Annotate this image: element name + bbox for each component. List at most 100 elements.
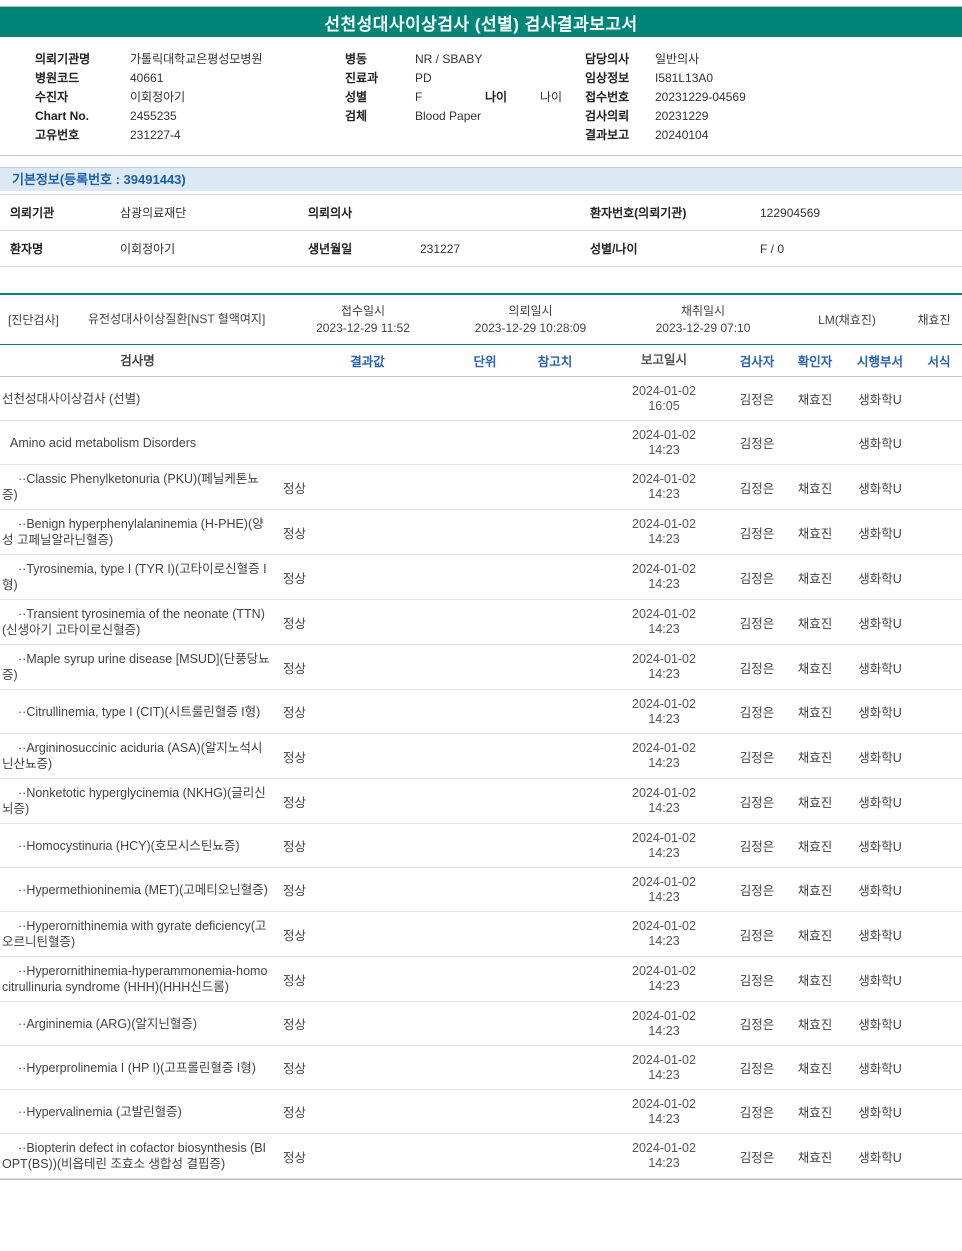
result-row: ··Hyperornithinemia with gyrate deficien… — [0, 912, 962, 957]
test-name-cell: ··Tyrosinemia, type I (TYR I)(고타이로신혈증 I형… — [2, 562, 267, 592]
test-name-cell: ··Argininemia (ARG)(알지닌혈증) — [18, 1016, 198, 1031]
reported-datetime-cell: 2024-01-02 14:23 — [632, 1096, 696, 1126]
order-datetimes: 접수일시 2023-12-29 11:52 의뢰일시 2023-12-29 10:28… — [283, 303, 788, 337]
header-field-label: 임상정보 — [585, 71, 630, 85]
result-row: ··Argininemia (ARG)(알지닌혈증) 정상 2024-01-02 1… — [0, 1002, 962, 1046]
basic-info-label: 생년월일 — [308, 242, 353, 256]
reported-datetime-cell: 2024-01-02 14:23 — [632, 652, 696, 681]
tester-cell: 김정은 — [739, 571, 775, 586]
result-row: ··Argininosuccinic aciduria (ASA)(알지노석시닌… — [0, 734, 962, 779]
collector: LM(채효진) — [818, 313, 876, 327]
confirmer-cell: 채효진 — [797, 840, 833, 854]
tester-cell: 김정은 — [739, 437, 775, 451]
tester-cell: 김정은 — [739, 706, 775, 720]
col-header-department: 시행부서 — [856, 355, 903, 369]
header-field: 고유번호 231227-4 — [35, 126, 345, 145]
result-row: ··Maple syrup urine disease [MSUD](단풍당뇨증… — [0, 645, 962, 690]
result-row: ··Tyrosinemia, type I (TYR I)(고타이로신혈증 I형… — [0, 555, 962, 600]
test-name-cell: Amino acid metabolism Disorders — [10, 435, 197, 450]
test-name-cell: ··Transient tyrosinemia of the neonate (… — [2, 607, 265, 637]
basic-info-value: 삼광의료재단 — [120, 206, 187, 220]
reported-datetime-cell: 2024-01-02 14:23 — [632, 830, 696, 860]
department-cell: 생화학U — [858, 706, 902, 720]
tester-cell: 김정은 — [739, 1018, 775, 1032]
confirmer-cell: 채효진 — [797, 481, 833, 496]
result-row: ··Benign hyperphenylalaninemia (H-PHE)(양… — [0, 510, 962, 555]
result-row: ··Classic Phenylketonuria (PKU)(페닐케톤뇨증) 정… — [0, 465, 962, 510]
result-value-cell: 정상 — [283, 481, 307, 496]
header-field-label: 담당의사 — [585, 52, 630, 66]
results-body: 선천성대사이상검사 (선별) 2024-01-02 16:05 김정은 채효진 생화학U… — [0, 377, 962, 1179]
confirmer-cell: 채효진 — [797, 1106, 833, 1120]
department-cell: 생화학U — [858, 661, 902, 676]
test-name-cell: ··Hypervalinemia (고발린혈증) — [18, 1104, 182, 1119]
patient-header: 의뢰기관명 가톨릭대학교은평성모병원 병원코드 40661 수진자 이회정아기 Chart … — [0, 37, 962, 155]
patient-header-column-3: 담당의사 일반의사 임상정보 I581L13A0 접수번호 20231229-04569 검… — [585, 50, 915, 145]
confirmer-cell: 채효진 — [797, 750, 833, 765]
test-name-cell: ··Maple syrup urine disease [MSUD](단풍당뇨증… — [2, 652, 270, 682]
order-test-name: 유전성대사이상질환[NST 혈액여지] — [88, 312, 266, 326]
col-header-reported: 보고일시 — [640, 353, 687, 367]
header-field-value: Blood Paper — [415, 109, 482, 123]
header-field-value: 이회정아기 — [130, 90, 186, 104]
result-row: ··Hypervalinemia (고발린혈증) 정상 2024-01-02 14:… — [0, 1090, 962, 1134]
basic-info-value: 이회정아기 — [120, 242, 176, 256]
result-value-cell: 정상 — [283, 1018, 307, 1032]
result-row: ··Citrullinemia, type I (CIT)(시트룰린혈증 I형)… — [0, 690, 962, 734]
test-name-cell: 선천성대사이상검사 (선별) — [2, 391, 141, 406]
confirmer-cell: 채효진 — [797, 884, 833, 898]
confirmer-cell: 채효진 — [797, 706, 833, 720]
header-field: 수진자 이회정아기 — [35, 88, 345, 107]
result-value-cell: 정상 — [283, 1062, 307, 1076]
confirmer-cell: 채효진 — [797, 1062, 833, 1076]
test-name-cell: ··Benign hyperphenylalaninemia (H-PHE)(양… — [2, 517, 264, 547]
report-page: 선천성대사이상검사 (선별) 검사결과보고서 의뢰기관명 가톨릭대학교은평성모병원… — [0, 6, 962, 1180]
tester-cell: 김정은 — [739, 1106, 775, 1120]
header-field: 진료과 PD — [345, 69, 585, 88]
header-field-label: 검체 — [345, 109, 368, 123]
header-field-label: 의뢰기관명 — [35, 52, 91, 66]
confirmer-cell: 채효진 — [797, 661, 833, 676]
result-value-cell: 정상 — [283, 928, 307, 943]
department-cell: 생화학U — [858, 884, 902, 898]
department-cell: 생화학U — [858, 795, 902, 810]
header-field: 검체 Blood Paper — [345, 107, 585, 126]
patient-header-column-2: 병동 NR / SBABY 진료과 PD 성별 F 나이 나이 검체 Blood Paper — [345, 50, 585, 145]
reported-datetime-cell: 2024-01-02 14:23 — [632, 607, 696, 636]
department-cell: 생화학U — [858, 616, 902, 631]
basic-info-row: 환자명 이회정아기 생년월일 231227 성별/나이 F / 0 — [0, 231, 962, 267]
order-datetime-field: 접수일시 2023-12-29 11:52 — [283, 303, 443, 337]
header-field-value: 일반의사 — [655, 52, 700, 66]
result-value-cell: 정상 — [283, 1150, 307, 1165]
header-field-label: 병동 — [345, 52, 368, 66]
header-field-value: I581L13A0 — [655, 71, 714, 85]
confirmer-cell: 채효진 — [797, 795, 833, 810]
order-datetime-value: 2023-12-29 11:52 — [316, 320, 410, 335]
test-name-cell: ··Hyperprolinemia I (HP I)(고프롤린혈증 I형) — [18, 1060, 256, 1075]
department-cell: 생화학U — [858, 437, 902, 451]
basic-info-label: 의뢰기관 — [10, 206, 55, 220]
result-value-cell: 정상 — [283, 884, 307, 898]
header-field-label: 병원코드 — [35, 71, 80, 85]
test-name-cell: ··Nonketotic hyperglycinemia (NKHG)(글리신뇌… — [2, 786, 266, 816]
department-cell: 생화학U — [858, 481, 902, 496]
header-field-value: 40661 — [130, 71, 164, 85]
confirmer-cell: 채효진 — [797, 973, 833, 988]
header-field-label: 진료과 — [345, 71, 379, 85]
header-field-value: F — [415, 90, 423, 104]
department-cell: 생화학U — [858, 1062, 902, 1076]
basic-info-value: F / 0 — [760, 241, 785, 256]
reported-datetime-cell: 2024-01-02 14:23 — [632, 964, 696, 993]
header-field-label: 성별 — [345, 90, 368, 104]
report-title: 선천성대사이상검사 (선별) 검사결과보고서 — [324, 14, 638, 34]
col-header-result: 결과값 — [350, 355, 385, 369]
tester-cell: 김정은 — [739, 840, 775, 854]
order-info-strip: [진단검사] 유전성대사이상질환[NST 혈액여지] 접수일시 2023-12-2… — [0, 293, 962, 345]
results-table: 검사명 결과값 단위 참고치 보고일시 검사자 확인자 시행부서 서식 선천성대… — [0, 345, 962, 1180]
header-field: 병원코드 40661 — [35, 69, 345, 88]
header-field-value: NR / SBABY — [415, 52, 483, 66]
confirmer-cell: 채효진 — [797, 393, 833, 407]
reported-datetime-cell: 2024-01-02 14:23 — [632, 427, 696, 457]
reported-datetime-cell: 2024-01-02 14:23 — [632, 786, 696, 815]
order-category: [진단검사] — [8, 313, 59, 327]
